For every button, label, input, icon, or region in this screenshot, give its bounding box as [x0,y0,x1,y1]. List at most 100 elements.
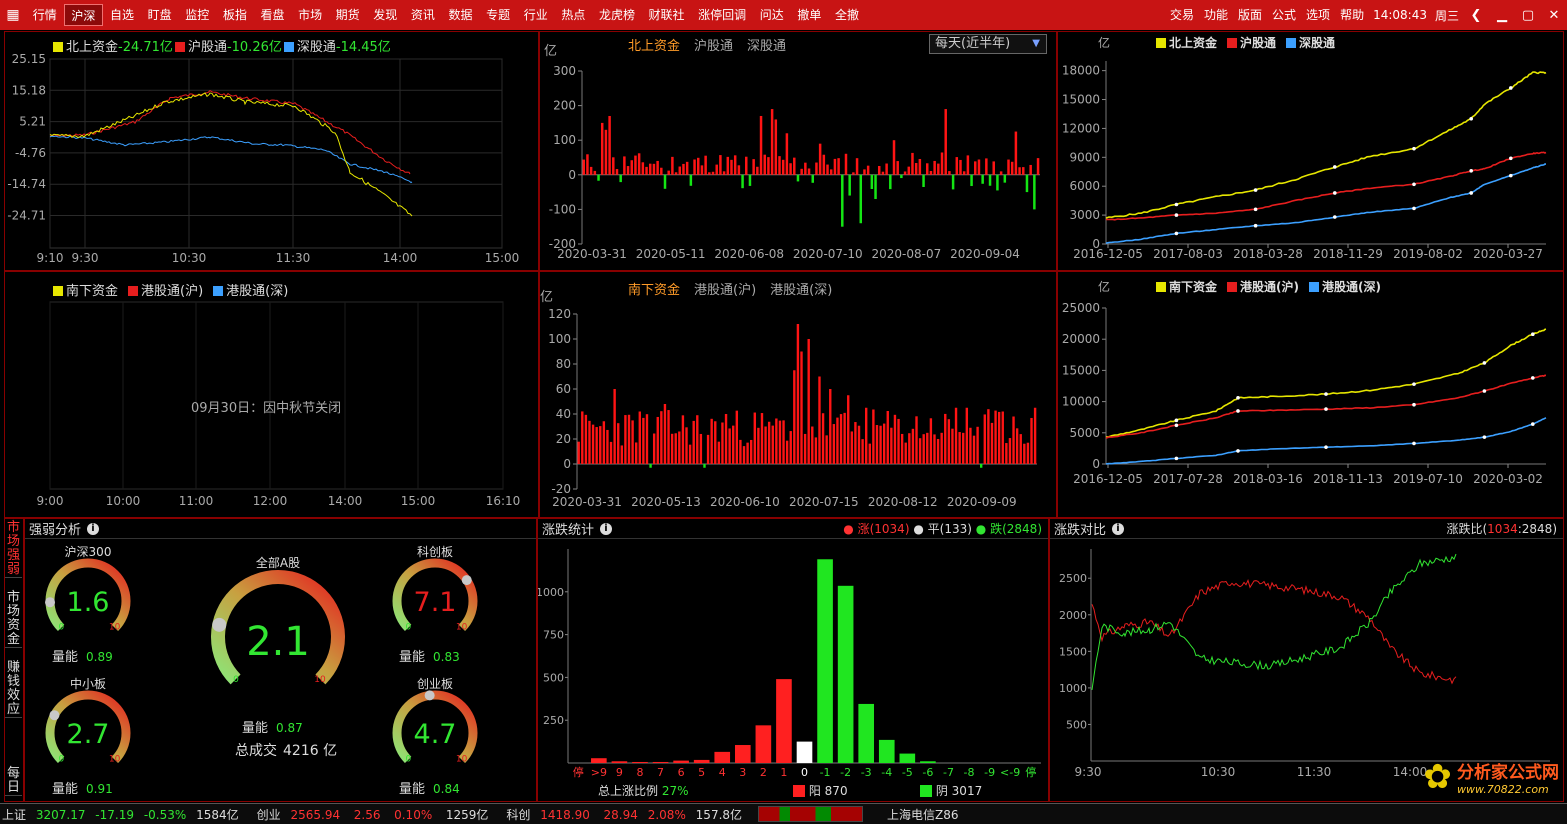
menu-item[interactable]: 涨停回调 [691,4,753,26]
bar [877,165,881,175]
bar [599,426,602,464]
bar [631,420,634,464]
menu-item[interactable]: 沪深 [63,4,104,26]
menu-item[interactable]: 看盘 [254,4,292,26]
bar [685,161,689,175]
bar [714,421,717,464]
bar [648,163,652,175]
index-percent: -0.53% [143,807,187,822]
north-daily-panel: 亿 北上资金 沪股通 深股通 每天(近半年) ▼ 300 200 100 0 -100 -20… [539,31,1057,271]
menu-item[interactable]: 发现 [366,4,404,26]
bar [767,157,770,175]
index-star[interactable]: 科创 1418.90 28.94 2.08% 157.8亿 [506,806,748,823]
index-chinext[interactable]: 创业 2565.94 2.56 0.10% 1259亿 [257,806,495,823]
south-daily-chart[interactable]: 120 100 80 60 40 20 0 -202020-03-31 2020-05-13 20… [540,272,1057,518]
menu-item[interactable]: 专题 [479,4,517,26]
menu-item[interactable]: 数据 [442,4,480,26]
bar [847,395,850,464]
bar [922,174,925,187]
side-tab-bar: 市场强弱 市场资金 赚钱效应 每日 [4,518,24,802]
menu-item[interactable]: 自选 [103,4,141,26]
maximize-icon[interactable]: ▢ [1515,8,1541,23]
yin-count: 阴 3017 [920,782,982,799]
bar [1014,131,1018,175]
bar [588,420,591,464]
x-tick-label: 5 [698,766,705,779]
updown-distribution-chart[interactable]: 1000 750 500 250 停 >9 9 8 7 6 5 4 3 2 1 0 -1 -2 -3 -4 -5 -6 -7… [538,519,1049,802]
south-cumulative-chart[interactable]: 25000 20000 15000 10000 5000 02016-12-05 2017-… [1058,272,1564,518]
bar [745,156,748,175]
y-tick-label: -4.76 [15,146,46,160]
menu-item[interactable]: 财联社 [642,4,692,26]
x-tick-label: 10:30 [172,251,207,265]
bar [582,159,585,175]
bar [929,170,933,175]
right-menu-item[interactable]: 版面 [1233,4,1267,26]
menu-item[interactable]: 热点 [555,4,593,26]
right-menu-item[interactable]: 交易 [1165,4,1199,26]
bar [771,425,774,464]
right-menu-item[interactable]: 功能 [1199,4,1233,26]
menu-item[interactable]: 全撤 [828,4,866,26]
right-menu-item[interactable]: 选项 [1301,4,1335,26]
bar [903,171,907,175]
menu-item[interactable]: 资讯 [404,4,442,26]
bar [630,160,634,175]
y-tick-label: 0 [563,457,571,471]
bar [715,164,718,175]
bar [581,411,584,464]
volume-label: 量能 [399,782,425,797]
menu-item[interactable]: 问达 [753,4,791,26]
close-icon[interactable]: ✕ [1541,8,1567,23]
hk-connect-sz-cum-line [1105,417,1547,465]
x-tick-label: 9:30 [72,251,99,265]
bar [997,411,1001,464]
rise-ratio-label: 总上涨比例 [598,784,659,798]
menu-item[interactable]: 监控 [178,4,216,26]
gauge-knob [461,575,472,586]
y-tick-label: 9000 [1069,150,1100,164]
menu-item[interactable]: 龙虎榜 [592,4,642,26]
right-menu-item[interactable]: 公式 [1267,4,1301,26]
side-tab-daily[interactable]: 每日 [5,767,22,796]
gauge-name: 沪深300 [65,545,112,559]
bar [663,404,667,464]
menu-item[interactable]: 行业 [517,4,555,26]
bar [951,428,954,464]
right-menu-item[interactable]: 帮助 [1335,4,1369,26]
y-tick-label: 20000 [1062,332,1100,346]
north-daily-chart[interactable]: 3002001000-100-2002020-03-31 2020-05-11 20… [540,32,1057,271]
bar [804,162,807,175]
menu-item[interactable]: 撤单 [791,4,829,26]
side-tab-money-effect[interactable]: 赚钱效应 [5,661,22,718]
bar [613,389,616,464]
side-tab-market-strength[interactable]: 市场强弱 [5,521,22,578]
menu-item[interactable]: 盯盘 [141,4,179,26]
bar [1012,416,1015,464]
yin-label: 阴 [935,784,948,798]
menu-item[interactable]: 期货 [329,4,367,26]
menu-item[interactable]: 市场 [291,4,329,26]
side-tab-market-funds[interactable]: 市场资金 [5,591,22,648]
data-dot [1174,202,1179,207]
south-intraday-chart[interactable]: 9:00 10:00 11:00 12:00 14:00 15:00 16:10 [5,272,539,518]
y-tick-label: 100 [553,133,576,147]
north-intraday-chart[interactable]: 25.15 15.18 5.21 -4.76 -14.74 -24.71 9:10 9:30 1… [5,32,539,271]
bar [855,158,859,175]
minimize-icon[interactable]: ▁ [1489,8,1515,23]
x-tick-label: 2020-05-13 [631,495,701,509]
bar [929,418,933,464]
bar [1001,411,1004,464]
north-cumulative-chart[interactable]: 18000150001200090006000300002016-12-05 20… [1058,32,1564,271]
back-icon[interactable]: ❮ [1463,8,1489,23]
grid-menu-icon[interactable]: ▦ [0,0,26,30]
menu-item[interactable]: 行情 [26,4,64,26]
server-name[interactable]: 上海电信Z86 [887,806,959,823]
x-tick-label: 12:00 [253,494,288,508]
menu-item[interactable]: 板指 [216,4,254,26]
gauge-max: 10 [109,623,121,633]
index-shanghai[interactable]: 上证 3207.17 -17.19 -0.53% 1584亿 [2,806,245,823]
bar [733,155,737,175]
bar [728,428,731,464]
bar [815,162,818,175]
